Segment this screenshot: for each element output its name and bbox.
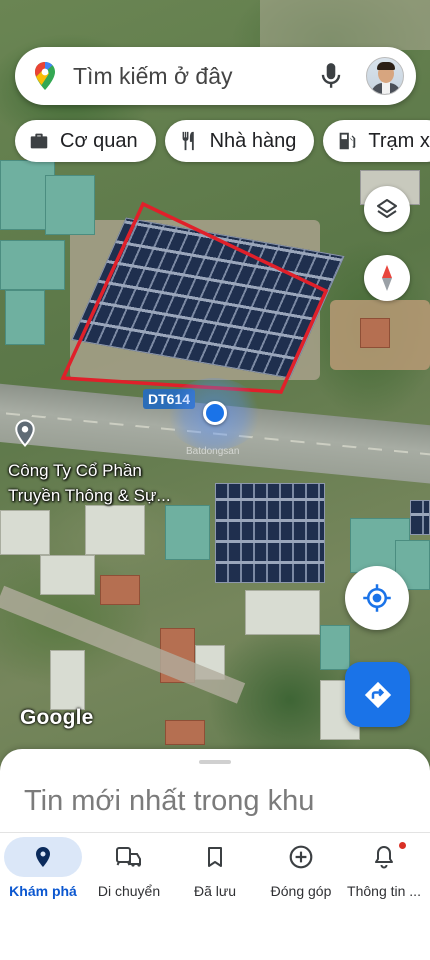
restaurant-icon xyxy=(182,131,194,151)
add-circle-icon xyxy=(289,845,313,869)
chip-office[interactable]: Cơ quan xyxy=(15,120,156,162)
nav-label: Đóng góp xyxy=(270,883,332,899)
search-input[interactable]: Tìm kiếm ở đây xyxy=(73,63,318,90)
layers-button[interactable] xyxy=(364,186,410,232)
poi-label-line1: Công Ty Cổ Phần xyxy=(8,461,142,480)
poi-label[interactable]: Công Ty Cổ Phần Truyền Thông & Sự... xyxy=(8,458,171,508)
gas-station-icon xyxy=(340,132,356,150)
nav-label: Di chuyển xyxy=(97,883,161,899)
chip-label: Cơ quan xyxy=(60,129,138,152)
google-logo: Google xyxy=(20,706,94,729)
commute-icon xyxy=(116,847,141,867)
bookmark-icon xyxy=(208,847,222,867)
nav-icon-container xyxy=(262,837,340,877)
bottom-sheet[interactable]: Tin mới nhất trong khu xyxy=(0,749,430,839)
chip-gas-station[interactable]: Trạm x xyxy=(323,120,430,162)
category-chips: Cơ quan Nhà hàng Trạm x xyxy=(15,120,430,162)
chip-label: Trạm x xyxy=(368,129,430,152)
directions-button[interactable] xyxy=(345,662,410,727)
nav-icon-container xyxy=(176,837,254,877)
sheet-title: Tin mới nhất trong khu xyxy=(24,785,315,817)
nav-label: Khám phá xyxy=(9,883,77,899)
my-location-icon xyxy=(363,584,391,612)
nav-label: Đã lưu xyxy=(193,883,237,899)
directions-icon xyxy=(364,681,391,708)
compass-button[interactable] xyxy=(364,255,410,301)
poi-label-line2: Truyền Thông & Sự... xyxy=(8,486,171,505)
explore-pin-icon xyxy=(36,847,50,867)
place-pin-icon[interactable] xyxy=(10,417,40,449)
mic-icon[interactable] xyxy=(318,61,344,91)
nav-explore[interactable]: Khám phá xyxy=(4,833,82,913)
briefcase-icon xyxy=(30,133,48,149)
bell-icon xyxy=(375,846,393,869)
nav-label: Thông tin ... xyxy=(347,883,421,899)
nav-icon-container xyxy=(90,837,168,877)
notification-badge xyxy=(399,842,406,849)
boundary-polygon xyxy=(60,201,329,394)
nav-updates[interactable]: Thông tin ... xyxy=(342,833,426,913)
search-bar[interactable]: Tìm kiếm ở đây xyxy=(15,47,416,105)
nav-saved[interactable]: Đã lưu xyxy=(176,833,254,913)
maps-pin-icon xyxy=(35,62,55,90)
watermark: Batdongsan xyxy=(186,446,240,457)
layers-icon xyxy=(377,199,397,218)
chip-restaurant[interactable]: Nhà hàng xyxy=(164,120,315,162)
nav-icon-container xyxy=(342,837,426,877)
compass-icon xyxy=(382,265,392,291)
avatar[interactable] xyxy=(366,57,404,95)
nav-contribute[interactable]: Đóng góp xyxy=(262,833,340,913)
bottom-navigation: Khám phá Di chuyển Đã lưu Đóng góp Thông… xyxy=(0,832,430,960)
nav-commute[interactable]: Di chuyển xyxy=(90,833,168,913)
sheet-drag-handle[interactable] xyxy=(199,760,231,764)
chip-label: Nhà hàng xyxy=(209,129,297,152)
current-location-dot[interactable] xyxy=(203,401,227,425)
my-location-button[interactable] xyxy=(345,566,409,630)
nav-icon-container xyxy=(4,837,82,877)
